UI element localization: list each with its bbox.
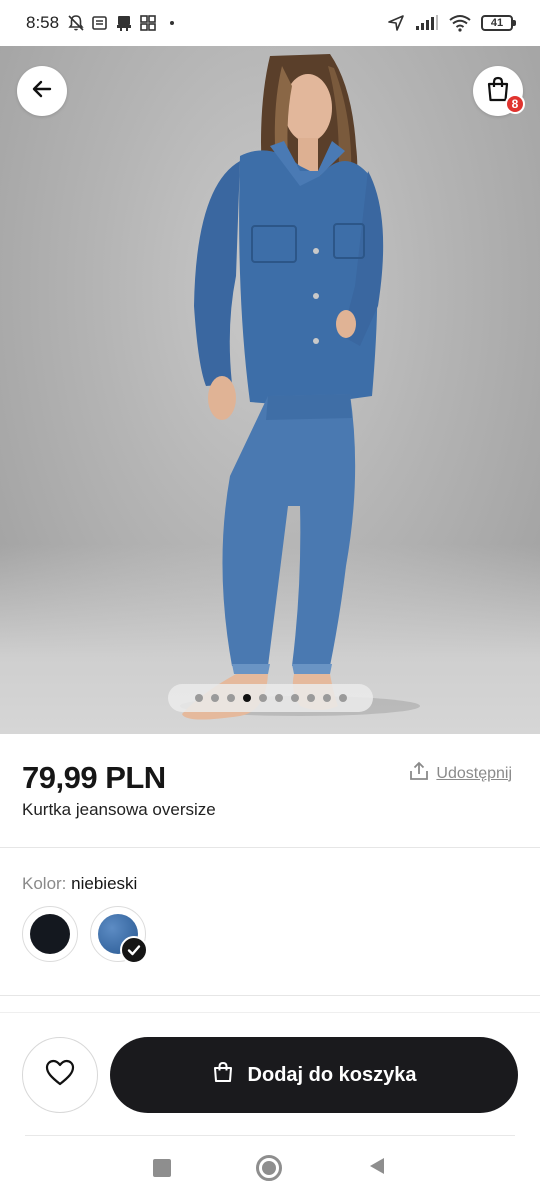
action-bar: Dodaj do koszyka — [0, 1012, 540, 1136]
cart-count-badge: 8 — [505, 94, 525, 114]
color-selected-value: niebieski — [71, 874, 138, 893]
back-triangle-icon[interactable] — [367, 1156, 387, 1181]
product-photo — [180, 54, 420, 720]
status-system-icons: 41 — [387, 14, 516, 32]
pagination-dot[interactable] — [290, 694, 299, 702]
share-label: Udostępnij — [436, 764, 512, 782]
system-navigation-bar — [0, 1136, 540, 1200]
heart-icon — [45, 1059, 75, 1092]
color-label-key: Kolor: — [22, 874, 67, 893]
dot-icon — [163, 14, 181, 32]
color-selector: Kolor: niebieski — [0, 848, 540, 996]
pagination-dot[interactable] — [226, 694, 235, 702]
pagination-dot[interactable] — [258, 694, 267, 702]
color-swatch-blue[interactable] — [90, 906, 148, 964]
notifications-off-icon — [67, 14, 85, 32]
color-swatch-black[interactable] — [22, 906, 78, 962]
share-icon — [408, 760, 430, 787]
add-to-cart-button[interactable]: Dodaj do koszyka — [110, 1037, 518, 1113]
pagination-dot[interactable] — [306, 694, 315, 702]
wifi-icon — [449, 14, 471, 32]
product-price: 79,99 PLN — [22, 760, 166, 795]
product-image-gallery[interactable]: 8 — [0, 46, 540, 734]
status-bar: 8:58 41 — [0, 0, 540, 46]
news-icon — [91, 14, 109, 32]
wishlist-button[interactable] — [22, 1037, 98, 1113]
shopping-bag-icon — [212, 1061, 234, 1089]
color-label: Kolor: niebieski — [22, 874, 137, 894]
checkmark-icon — [120, 936, 148, 964]
store-icon — [115, 14, 133, 32]
pagination-dot[interactable] — [322, 694, 331, 702]
pagination-dot[interactable] — [242, 694, 251, 702]
recent-apps-icon[interactable] — [152, 1159, 171, 1177]
gallery-pagination — [168, 684, 373, 712]
share-button[interactable]: Udostępnij — [408, 760, 512, 787]
product-info: 79,99 PLN Kurtka jeansowa oversize Udost… — [0, 734, 540, 848]
cart-button[interactable]: 8 — [473, 66, 525, 116]
pagination-dot[interactable] — [338, 694, 347, 702]
status-time: 8:58 — [26, 13, 60, 32]
location-arrow-icon — [387, 14, 405, 32]
add-to-cart-label: Dodaj do koszyka — [247, 1063, 417, 1086]
pagination-dot[interactable] — [194, 694, 203, 702]
battery-icon: 41 — [481, 15, 516, 31]
pagination-dot[interactable] — [274, 694, 283, 702]
signal-icon — [415, 14, 439, 32]
product-name: Kurtka jeansowa oversize — [22, 800, 216, 819]
battery-level: 41 — [481, 15, 513, 31]
arrow-left-icon — [31, 78, 53, 105]
pagination-dot[interactable] — [210, 694, 219, 702]
status-notification-icons — [67, 14, 181, 32]
grid-icon — [139, 14, 157, 32]
home-icon[interactable] — [255, 1155, 282, 1181]
back-button[interactable] — [17, 66, 67, 116]
